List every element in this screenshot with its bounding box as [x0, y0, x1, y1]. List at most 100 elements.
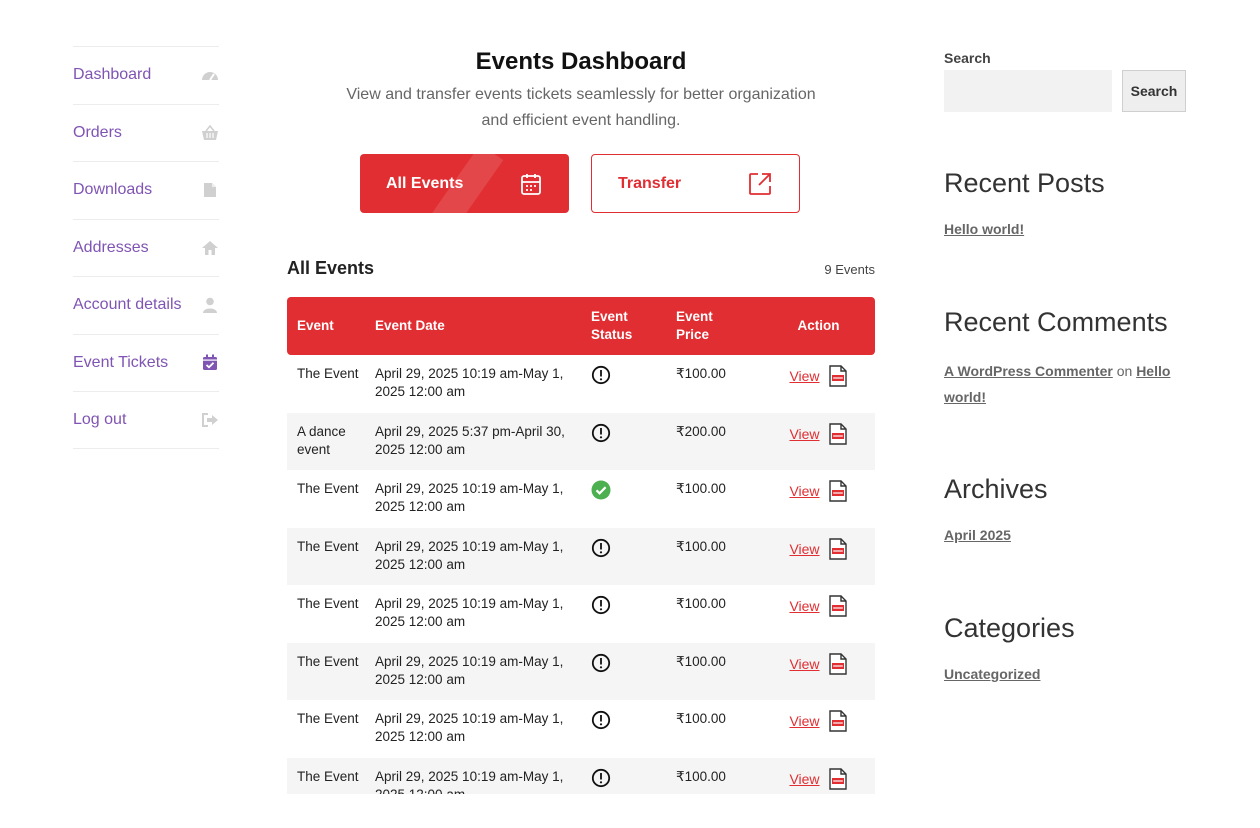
- events-table-body: The Event April 29, 2025 10:19 am-May 1, …: [287, 355, 875, 794]
- column-header-event: Event: [297, 318, 334, 333]
- archives-widget: Archives April 2025: [944, 474, 1048, 543]
- sidebar: Search Search Recent Posts Hello world! …: [944, 50, 1189, 682]
- nav-label: Account details: [73, 296, 182, 314]
- event-status-cell: [581, 700, 666, 758]
- exclamation-circle-icon: [591, 710, 611, 733]
- table-row: The Event April 29, 2025 10:19 am-May 1, …: [287, 757, 875, 795]
- categories-widget: Categories Uncategorized: [944, 613, 1075, 682]
- nav-label: Addresses: [73, 238, 149, 256]
- event-date-cell: April 29, 2025 10:19 am-May 1, 2025 12:0…: [375, 538, 564, 572]
- home-icon: [201, 239, 219, 257]
- all-events-label: All Events: [386, 174, 464, 192]
- event-status-cell: [581, 355, 666, 413]
- column-header-event-date: Event Date: [375, 318, 445, 333]
- view-link[interactable]: View: [789, 656, 819, 672]
- events-count: 9 Events: [824, 262, 875, 277]
- account-navigation: Dashboard Orders Downloads Addresses Acc…: [73, 46, 219, 449]
- column-header-event-status-text: Event Status: [591, 309, 633, 342]
- view-link[interactable]: View: [789, 598, 819, 614]
- recent-post-link[interactable]: Hello world!: [944, 221, 1105, 237]
- file-icon: [201, 181, 219, 199]
- archives-title: Archives: [944, 474, 1048, 504]
- recent-comment-item: A WordPress Commenter on Hello world!: [944, 358, 1189, 410]
- nav-item-downloads[interactable]: Downloads: [73, 161, 219, 219]
- archive-link[interactable]: April 2025: [944, 527, 1048, 543]
- event-status-cell: [581, 758, 666, 795]
- search-button[interactable]: Search: [1122, 70, 1186, 112]
- recent-posts-widget: Recent Posts Hello world!: [944, 168, 1105, 237]
- events-dashboard: Events Dashboard View and transfer event…: [287, 46, 875, 794]
- event-price-cell: ₹200.00: [676, 423, 726, 439]
- events-table-container: Event Event Date Event Status Event Pric…: [287, 297, 875, 794]
- table-row: The Event April 29, 2025 10:19 am-May 1, …: [287, 642, 875, 701]
- event-date-cell: April 29, 2025 10:19 am-May 1, 2025 12:0…: [375, 711, 564, 744]
- pdf-icon[interactable]: [828, 365, 848, 387]
- exclamation-circle-icon: [591, 423, 611, 446]
- exclamation-circle-icon: [591, 768, 611, 791]
- event-name-cell: The Event: [297, 481, 359, 496]
- nav-label: Downloads: [73, 181, 153, 199]
- search-input[interactable]: [944, 70, 1112, 112]
- event-name-cell: A dance event: [297, 423, 346, 457]
- page-subtitle: View and transfer events tickets seamles…: [346, 86, 816, 129]
- calendar-check-icon: [201, 354, 219, 372]
- external-link-icon: [749, 172, 771, 195]
- dashboard-gauge-icon: [201, 66, 219, 84]
- nav-label: Orders: [73, 123, 122, 141]
- event-price-cell: ₹100.00: [676, 596, 726, 611]
- nav-label: Log out: [73, 410, 127, 428]
- nav-item-dashboard[interactable]: Dashboard: [73, 46, 219, 104]
- sign-out-icon: [201, 411, 219, 429]
- all-events-button[interactable]: All Events: [360, 154, 569, 213]
- recent-comments-widget: Recent Comments A WordPress Commenter on…: [944, 307, 1189, 410]
- event-price-cell: ₹100.00: [676, 768, 726, 784]
- pdf-icon[interactable]: [828, 422, 848, 445]
- event-date-cell: April 29, 2025 10:19 am-May 1, 2025 12:0…: [375, 653, 564, 687]
- event-action-cell: View: [762, 470, 875, 528]
- category-link[interactable]: Uncategorized: [944, 666, 1075, 682]
- nav-label: Dashboard: [73, 66, 152, 84]
- view-link[interactable]: View: [789, 771, 819, 787]
- pdf-icon[interactable]: [828, 710, 848, 732]
- transfer-button[interactable]: Transfer: [591, 154, 800, 213]
- pdf-icon[interactable]: [828, 480, 848, 502]
- event-date-cell: April 29, 2025 10:19 am-May 1, 2025 12:0…: [375, 366, 564, 399]
- event-price-cell: ₹100.00: [676, 653, 726, 669]
- nav-item-account-details[interactable]: Account details: [73, 276, 219, 334]
- comment-on-text: on: [1116, 363, 1133, 379]
- user-icon: [201, 296, 219, 314]
- event-name-cell: The Event: [297, 538, 359, 554]
- event-status-cell: [581, 643, 666, 701]
- comment-author-link[interactable]: A WordPress Commenter: [944, 363, 1113, 379]
- calendar-icon: [521, 173, 541, 195]
- view-link[interactable]: View: [789, 713, 819, 729]
- table-row: The Event April 29, 2025 10:19 am-May 1, …: [287, 355, 875, 413]
- pdf-icon[interactable]: [828, 767, 848, 790]
- pdf-icon[interactable]: [828, 537, 848, 560]
- events-header: All Events 9 Events: [287, 258, 875, 279]
- view-link[interactable]: View: [789, 483, 819, 499]
- exclamation-circle-icon: [591, 595, 611, 618]
- events-title: All Events: [287, 258, 375, 278]
- pdf-icon[interactable]: [828, 652, 848, 675]
- table-row: The Event April 29, 2025 10:19 am-May 1, …: [287, 470, 875, 528]
- nav-item-log-out[interactable]: Log out: [73, 391, 219, 449]
- table-row: The Event April 29, 2025 10:19 am-May 1, …: [287, 585, 875, 643]
- nav-item-orders[interactable]: Orders: [73, 103, 219, 162]
- categories-title: Categories: [944, 613, 1075, 643]
- exclamation-circle-icon: [591, 653, 611, 676]
- table-row: The Event April 29, 2025 10:19 am-May 1, …: [287, 527, 875, 585]
- nav-item-event-tickets[interactable]: Event Tickets: [73, 333, 219, 392]
- search-widget: Search Search: [944, 50, 1189, 112]
- pdf-icon[interactable]: [828, 595, 848, 617]
- event-name-cell: The Event: [297, 366, 359, 381]
- nav-item-addresses[interactable]: Addresses: [73, 218, 219, 277]
- event-action-cell: View: [762, 643, 875, 701]
- view-link[interactable]: View: [789, 426, 819, 442]
- view-link[interactable]: View: [789, 541, 819, 557]
- column-header-event-status: Event Status: [581, 297, 666, 355]
- view-link[interactable]: View: [789, 368, 819, 384]
- event-date-cell: April 29, 2025 10:19 am-May 1, 2025 12:0…: [375, 481, 564, 514]
- event-action-cell: View: [762, 585, 875, 643]
- event-date-cell: April 29, 2025 10:19 am-May 1, 2025 12:0…: [375, 768, 564, 795]
